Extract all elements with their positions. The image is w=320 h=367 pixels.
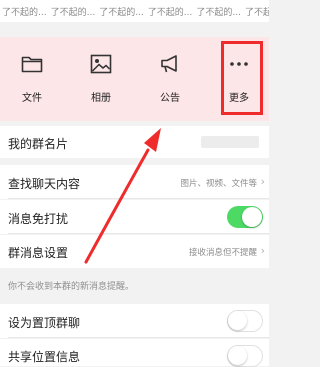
recent-chat-item[interactable]: 了不起的... (243, 5, 269, 18)
message-settings-value: 接收消息但不提醒 (188, 248, 257, 258)
group-nickname-row[interactable]: 我的群名片 (0, 126, 269, 158)
pin-top-row: 设为置顶群聊 (0, 304, 269, 338)
chevron-right-icon: › (260, 244, 265, 257)
megaphone-icon (158, 52, 182, 76)
search-history-value: 图片、视频、文件等 (180, 179, 257, 189)
photo-album-icon (89, 52, 113, 76)
recent-chat-item[interactable]: 了不起的... (0, 5, 49, 18)
toggle-knob (228, 346, 247, 365)
share-location-row: 共享位置信息 (0, 339, 269, 367)
section-gap (0, 22, 269, 37)
recent-chat-item[interactable]: 了不起的... (194, 5, 243, 18)
mute-row: 消息免打扰 (0, 200, 269, 234)
folder-icon (20, 52, 44, 76)
divider (8, 337, 269, 338)
share-location-label: 共享位置信息 (8, 350, 81, 364)
mute-toggle[interactable] (227, 206, 263, 228)
highlight-box (221, 41, 263, 115)
message-settings-label: 群消息设置 (8, 246, 69, 260)
search-history-row[interactable]: 查找聊天内容 图片、视频、文件等 › (0, 165, 269, 199)
toggle-knob (242, 207, 262, 227)
group-nickname-label: 我的群名片 (8, 137, 69, 151)
pin-top-label: 设为置顶群聊 (8, 316, 81, 330)
album-button[interactable]: 相册 (71, 37, 131, 121)
group-nickname-value-redacted (201, 136, 259, 148)
chevron-right-icon: › (260, 175, 265, 188)
notice-button[interactable]: 公告 (140, 37, 200, 121)
notice-label: 公告 (160, 93, 180, 104)
recent-chat-item[interactable]: 了不起的... (49, 5, 98, 18)
toggle-knob (228, 311, 247, 330)
message-settings-note-text: 你不会收到本群的新消息提醒。 (8, 282, 135, 292)
message-settings-note: 你不会收到本群的新消息提醒。 (0, 268, 269, 300)
mute-label: 消息免打扰 (8, 212, 69, 226)
message-settings-row[interactable]: 群消息设置 接收消息但不提醒 › (0, 235, 269, 268)
search-history-label: 查找聊天内容 (8, 177, 81, 191)
files-button[interactable]: 文件 (2, 37, 62, 121)
recent-chat-item[interactable]: 了不起的... (97, 5, 146, 18)
pin-top-toggle[interactable] (227, 310, 263, 332)
share-location-toggle[interactable] (227, 345, 263, 367)
divider (8, 198, 269, 199)
files-label: 文件 (22, 93, 42, 104)
album-label: 相册 (91, 93, 111, 104)
recent-chats-strip: 了不起的... 了不起的... 了不起的... 了不起的... 了不起的... … (0, 0, 269, 22)
recent-chat-item[interactable]: 了不起的... (146, 5, 195, 18)
divider (8, 233, 269, 234)
